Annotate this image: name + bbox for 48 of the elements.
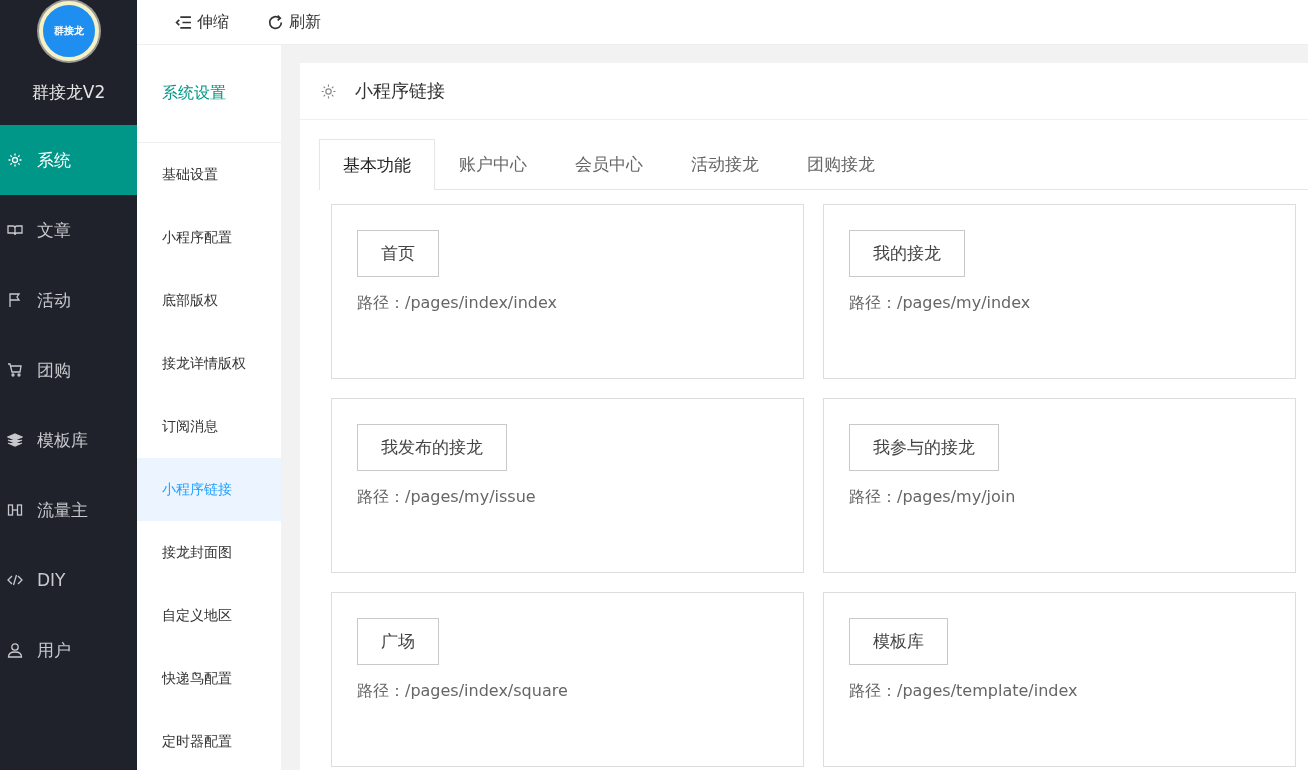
nav-item[interactable]: 用户 [0,615,137,685]
tab[interactable]: 活动接龙 [667,139,783,189]
subnav-item[interactable]: 接龙封面图 [137,521,281,584]
page-name-button[interactable]: 我参与的接龙 [849,424,999,471]
subnav-item[interactable]: 接龙详情版权 [137,332,281,395]
panel-title: 小程序链接 [355,79,445,103]
cart-icon [7,362,23,378]
nav-item[interactable]: 团购 [0,335,137,405]
tab[interactable]: 会员中心 [551,139,667,189]
page-path: 路径：/pages/index/square [357,681,569,702]
page-name-button[interactable]: 首页 [357,230,439,277]
subnav-item[interactable]: 底部版权 [137,269,281,332]
logo-badge: 群接龙 [38,1,99,61]
subnav-item[interactable]: 定时器配置 [137,710,281,770]
page-name-button[interactable]: 我发布的接龙 [357,424,507,471]
nav-item[interactable]: 流量主 [0,475,137,545]
page-path: 路径：/pages/my/issue [357,487,537,508]
subnav-item[interactable]: 订阅消息 [137,395,281,458]
user-icon [7,642,23,658]
subnav-item[interactable]: 自定义地区 [137,584,281,647]
page-name-button[interactable]: 我的接龙 [849,230,965,277]
collapse-button[interactable]: 伸缩 [175,11,229,33]
tab[interactable]: 基本功能 [319,139,435,190]
page-path: 路径：/pages/template/index [849,681,1079,702]
subnav-item[interactable]: 小程序配置 [137,206,281,269]
refresh-button[interactable]: 刷新 [267,11,321,33]
nav-item[interactable]: DIY [0,545,137,615]
nav-item[interactable]: 系统 [0,125,137,195]
indent-icon [175,13,192,31]
nav-item[interactable]: 活动 [0,265,137,335]
subnav-item[interactable]: 基础设置 [137,143,281,206]
columns-icon [7,502,23,518]
book-icon [7,222,23,238]
page-path: 路径：/pages/my/join [849,487,1017,508]
layers-icon [7,432,23,448]
code-icon [7,572,23,588]
nav-item[interactable]: 文章 [0,195,137,265]
page-path: 路径：/pages/index/index [357,293,558,314]
page-path: 路径：/pages/my/index [849,293,1032,314]
nav-item[interactable]: 模板库 [0,405,137,475]
refresh-icon [267,13,284,31]
subnav-item[interactable]: 快递鸟配置 [137,647,281,710]
tab[interactable]: 账户中心 [435,139,551,189]
flag-icon [7,292,23,308]
app-title: 群接龙V2 [31,81,106,104]
page-name-button[interactable]: 广场 [357,618,439,665]
page-name-button[interactable]: 模板库 [849,618,948,665]
tab[interactable]: 团购接龙 [783,139,899,189]
